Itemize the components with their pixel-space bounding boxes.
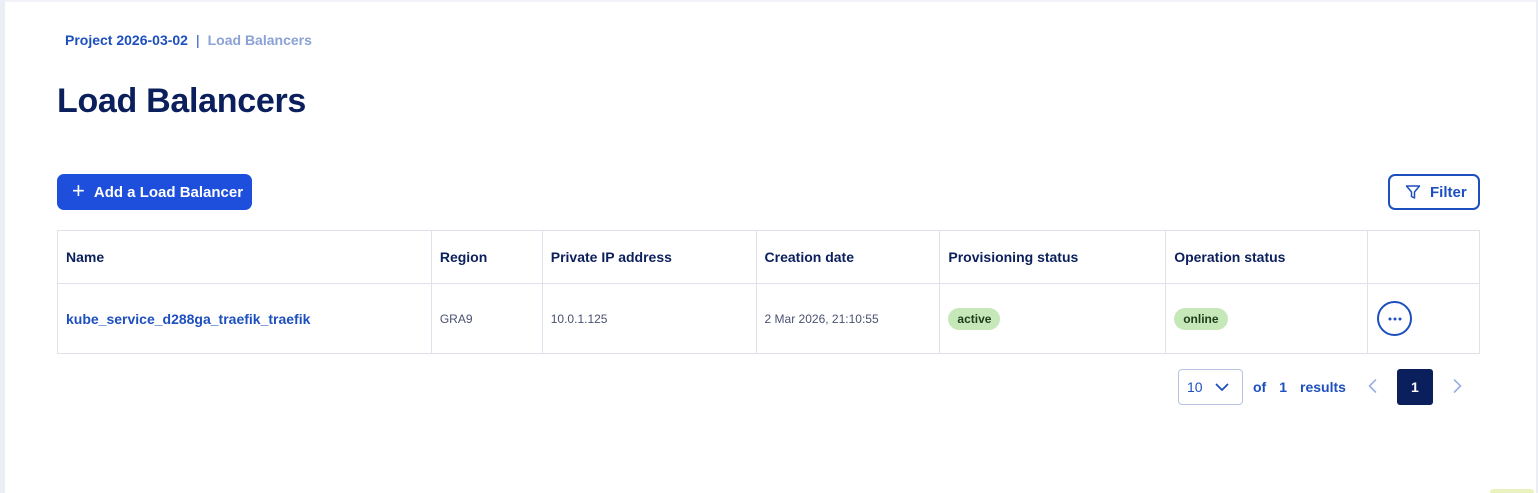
page-button-current[interactable]: 1 [1396,369,1433,405]
cell-region: GRA9 [430,283,543,354]
add-load-balancer-label: Add a Load Balancer [93,183,244,201]
add-load-balancer-button[interactable]: + Add a Load Balancer [57,174,252,210]
next-page-button[interactable] [1453,377,1462,398]
column-header-region[interactable]: Region [430,230,543,284]
cell-creation-date: 2 Mar 2026, 21:10:55 [755,283,941,354]
row-actions-button[interactable] [1377,301,1413,336]
breadcrumb-current: Load Balancers [207,32,312,48]
breadcrumb: Project 2026-03-02 | Load Balancers [65,31,312,49]
page-title: Load Balancers [57,82,307,120]
cell-provisioning-status: active [939,283,1167,354]
filter-button[interactable]: Filter [1388,174,1480,210]
more-horizontal-icon [1388,317,1402,320]
funnel-icon [1405,185,1421,199]
left-sidebar-edge [0,0,5,493]
pagination-total-pages: 1 [1279,379,1288,395]
load-balancers-table: Name Region Private IP address Creation … [57,230,1480,354]
operation-status-badge: online [1174,307,1228,330]
top-edge [0,0,1538,2]
column-header-private-ip[interactable]: Private IP address [541,230,757,284]
plus-icon: + [72,178,85,203]
column-header-name[interactable]: Name [57,230,432,284]
load-balancer-name-link[interactable]: kube_service_d288ga_traefik_traefik [66,311,310,327]
cell-operation-status: online [1165,283,1369,354]
column-header-operation-status[interactable]: Operation status [1165,230,1369,284]
previous-page-button[interactable] [1368,377,1377,398]
pagination: 10 of 1 results 1 [1178,369,1462,405]
cell-private-ip: 10.0.1.125 [541,283,757,354]
provisioning-status-badge: active [948,307,1001,330]
cell-name: kube_service_d288ga_traefik_traefik [57,283,432,354]
corner-widget-edge [1490,489,1534,493]
pagination-results-label: results [1300,379,1346,395]
table-row: kube_service_d288ga_traefik_traefik GRA9… [57,283,1480,354]
breadcrumb-project-link[interactable]: Project 2026-03-02 [65,32,188,48]
filter-label: Filter [1430,183,1467,201]
table-header-row: Name Region Private IP address Creation … [57,230,1480,284]
pagination-of-label: of [1253,379,1267,395]
column-header-actions [1367,230,1480,284]
page-size-select[interactable]: 10 [1178,369,1243,405]
chevron-left-icon [1368,378,1377,393]
breadcrumb-separator: | [195,32,200,48]
chevron-right-icon [1453,378,1462,393]
cell-actions [1367,283,1480,354]
chevron-down-icon [1215,383,1228,391]
column-header-creation-date[interactable]: Creation date [755,230,941,284]
page-size-value: 10 [1187,379,1203,395]
column-header-provisioning-status[interactable]: Provisioning status [939,230,1167,284]
